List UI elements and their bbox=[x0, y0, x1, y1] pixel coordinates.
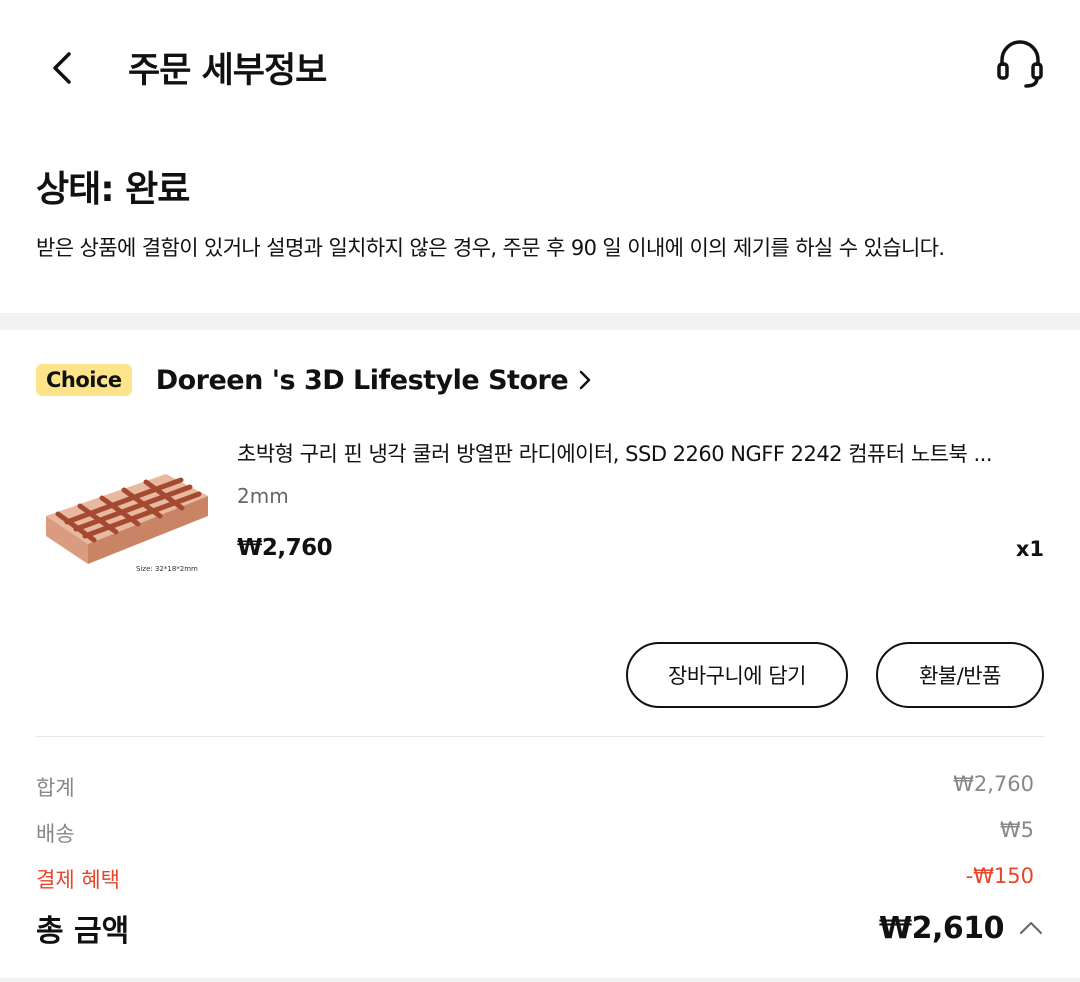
shipping-row: 배송 ₩5 bbox=[36, 818, 1034, 848]
order-status-description: 받은 상품에 결함이 있거나 설명과 일치하지 않은 경우, 주문 후 90 일… bbox=[36, 236, 945, 260]
chevron-left-icon bbox=[53, 52, 71, 84]
product-image-caption: Size: 32*18*2mm bbox=[136, 565, 198, 573]
product-quantity: x1 bbox=[1015, 537, 1044, 561]
discount-value: -₩150 bbox=[965, 864, 1034, 888]
product-variant: 2mm bbox=[237, 484, 289, 508]
product-price: ₩2,760 bbox=[237, 535, 333, 561]
customer-support-button[interactable] bbox=[994, 38, 1046, 92]
total-row: 총 금액 ₩2,610 bbox=[36, 906, 1044, 950]
shipping-label: 배송 bbox=[36, 822, 75, 846]
total-value: ₩2,610 bbox=[879, 910, 1004, 946]
order-status-title: 상태: 완료 bbox=[36, 169, 190, 210]
discount-row: 결제 혜택 -₩150 bbox=[36, 864, 1034, 894]
subtotal-value: ₩2,760 bbox=[953, 772, 1034, 796]
page-title: 주문 세부정보 bbox=[128, 51, 327, 91]
bottom-divider bbox=[0, 978, 1080, 982]
store-header: Choice Doreen 's 3D Lifestyle Store bbox=[36, 360, 592, 400]
discount-label: 결제 혜택 bbox=[36, 868, 120, 892]
subtotal-label: 합계 bbox=[36, 776, 75, 800]
headset-icon bbox=[997, 40, 1043, 88]
product-image[interactable]: Size: 32*18*2mm bbox=[36, 436, 216, 596]
refund-return-button[interactable]: 환불/반품 bbox=[876, 642, 1044, 708]
header: 주문 세부정보 bbox=[0, 0, 1080, 130]
section-divider bbox=[0, 313, 1080, 330]
summary-divider bbox=[36, 736, 1044, 737]
subtotal-row: 합계 ₩2,760 bbox=[36, 772, 1034, 802]
store-link[interactable]: Doreen 's 3D Lifestyle Store bbox=[156, 365, 592, 396]
total-label: 총 금액 bbox=[36, 914, 130, 949]
add-to-cart-button[interactable]: 장바구니에 담기 bbox=[626, 642, 848, 708]
product-title[interactable]: 초박형 구리 핀 냉각 쿨러 방열판 라디에이터, SSD 2260 NGFF … bbox=[237, 438, 1047, 468]
chevron-up-icon[interactable] bbox=[1018, 920, 1044, 936]
store-name: Doreen 's 3D Lifestyle Store bbox=[155, 364, 569, 396]
back-button[interactable] bbox=[40, 46, 84, 90]
choice-badge: Choice bbox=[36, 364, 132, 396]
shipping-value: ₩5 bbox=[999, 818, 1034, 842]
chevron-right-icon bbox=[579, 370, 591, 390]
